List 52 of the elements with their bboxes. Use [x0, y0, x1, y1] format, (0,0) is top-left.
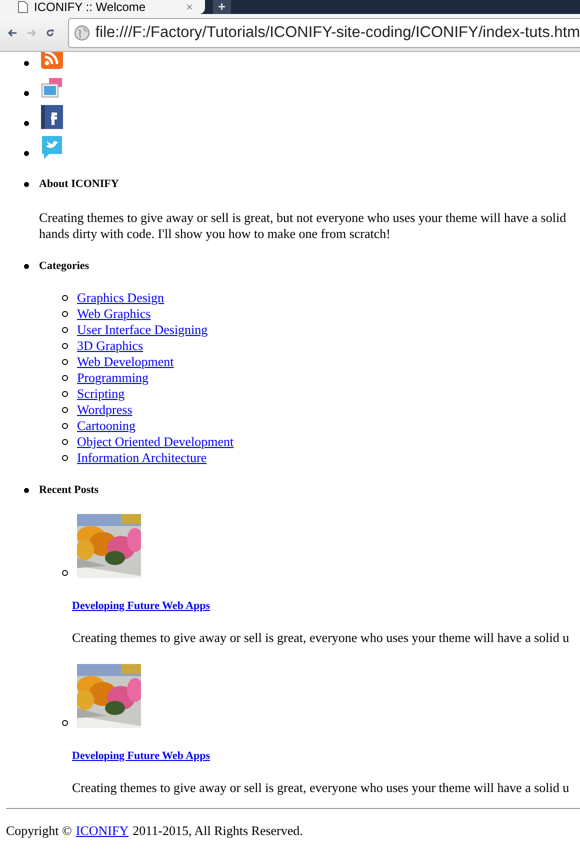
list-bullet	[62, 455, 68, 461]
section-heading: About ICONIFY	[39, 178, 119, 190]
address-text: file:///F:/Factory/Tutorials/ICONIFY-site-coding/ICONIFY/index-tuts.htm	[95, 24, 580, 42]
copyright-text: 2011-2015, All Rights Reserved.	[132, 823, 303, 839]
list-bullet	[24, 264, 29, 268]
list-bullet	[62, 720, 68, 726]
list-bullet	[62, 391, 68, 397]
list-bullet	[24, 488, 29, 492]
rss-icon[interactable]	[40, 52, 64, 70]
list-bullet	[62, 359, 68, 365]
category-link[interactable]: Cartooning	[77, 418, 136, 434]
category-link[interactable]: Web Development	[77, 354, 174, 370]
section-heading: Recent Posts	[39, 484, 99, 496]
post-title-link[interactable]: Developing Future Web Apps	[72, 750, 580, 762]
list-bullet	[24, 61, 29, 66]
browser-tab[interactable]: ICONIFY :: Welcome ×	[0, 0, 205, 14]
list-bullet	[62, 423, 68, 429]
about-text-line: hands dirty with code. I'll show you how to make one from scratch!	[39, 226, 392, 242]
book-icon[interactable]	[40, 104, 64, 130]
list-bullet	[24, 151, 29, 156]
list-bullet	[62, 439, 68, 445]
list-bullet	[62, 343, 68, 349]
category-link[interactable]: Information Architecture	[77, 450, 207, 466]
list-bullet	[62, 295, 68, 301]
list-bullet	[62, 375, 68, 381]
post-title-link[interactable]: Developing Future Web Apps	[72, 600, 580, 612]
address-bar[interactable]: file:///F:/Factory/Tutorials/ICONIFY-site-coding/ICONIFY/index-tuts.htm	[68, 18, 580, 48]
globe-icon	[74, 24, 90, 40]
list-bullet	[62, 570, 68, 576]
document-icon	[18, 1, 28, 13]
list-bullet	[24, 121, 29, 126]
category-link[interactable]: Programming	[77, 370, 148, 386]
about-text-line: Creating themes to give away or sell is great, but not everyone who uses your theme will have a solid	[39, 210, 568, 226]
post-excerpt: Creating themes to give away or sell is great, everyone who uses your theme will have a solid u	[72, 630, 570, 646]
category-link[interactable]: Scripting	[77, 386, 125, 402]
list-bullet	[62, 311, 68, 317]
tab-title: ICONIFY :: Welcome	[34, 0, 147, 14]
category-link[interactable]: 3D Graphics	[77, 338, 144, 354]
category-link[interactable]: User Interface Designing	[77, 322, 208, 338]
category-link[interactable]: Wordpress	[77, 402, 132, 418]
category-link[interactable]: Web Graphics	[77, 306, 151, 322]
new-tab-button[interactable]: +	[213, 0, 231, 14]
list-bullet	[62, 327, 68, 333]
post-excerpt: Creating themes to give away or sell is great, everyone who uses your theme will have a solid u	[72, 780, 570, 796]
section-heading: Categories	[39, 260, 90, 272]
list-bullet	[24, 91, 29, 96]
footer-link[interactable]: ICONIFY	[76, 823, 129, 839]
category-link[interactable]: Object Oriented Development	[77, 434, 234, 450]
copyright-text: Copyright ©	[6, 823, 72, 839]
category-link[interactable]: Graphics Design	[77, 290, 164, 306]
list-bullet	[62, 407, 68, 413]
list-bullet	[24, 182, 29, 186]
